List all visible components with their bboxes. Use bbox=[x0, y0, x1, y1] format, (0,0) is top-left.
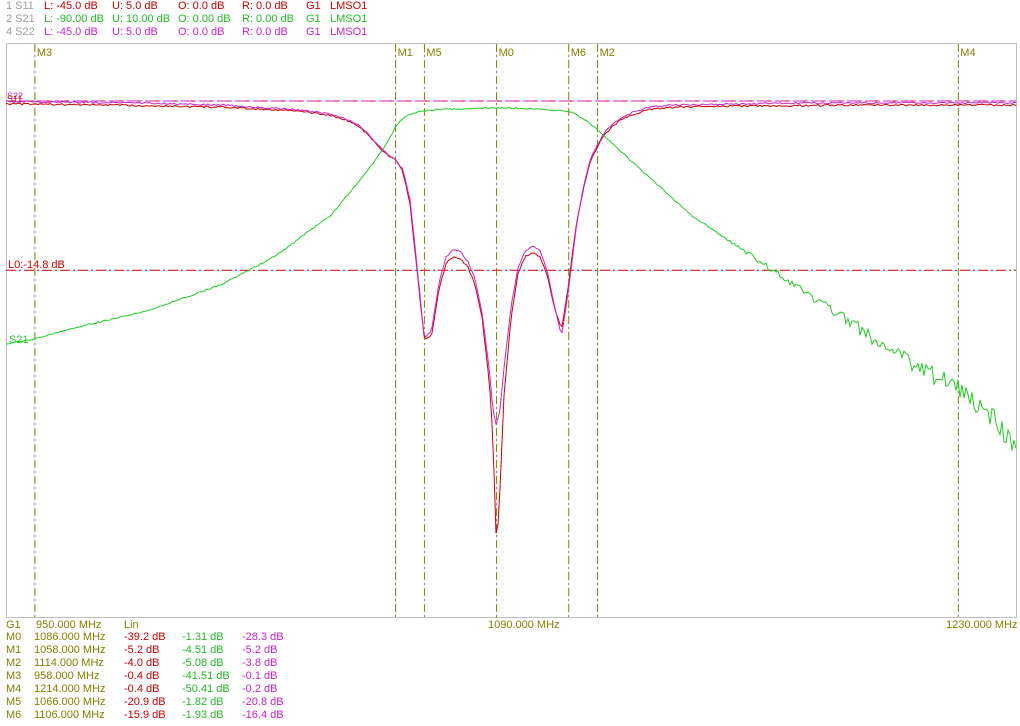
marker-name: M1 bbox=[6, 644, 22, 656]
marker-s11: -39.2 dB bbox=[124, 631, 166, 643]
marker-s22: -0.1 dB bbox=[242, 670, 278, 682]
trace-s22 bbox=[5, 100, 1017, 426]
marker-s11: -15.9 dB bbox=[124, 709, 166, 721]
marker-s21: -5.08 dB bbox=[182, 657, 224, 669]
plot-frame bbox=[6, 43, 1017, 618]
marker-row-m2: M2 1114.000 MHz -4.0 dB -5.08 dB -3.8 dB bbox=[6, 657, 1016, 669]
marker-freq: 1114.000 MHz bbox=[34, 657, 104, 669]
marker-freq: 1058.000 MHz bbox=[34, 644, 106, 656]
marker-s22: -5.2 dB bbox=[242, 644, 278, 656]
marker-freq: 958.000 MHz bbox=[34, 670, 100, 682]
marker-s11: -5.2 dB bbox=[124, 644, 160, 656]
marker-name: M4 bbox=[6, 683, 22, 695]
marker-s22: -0.2 dB bbox=[242, 683, 278, 695]
marker-row-m0: M0 1086.000 MHz -39.2 dB -1.31 dB -28.3 dB bbox=[6, 631, 1016, 643]
marker-name: M3 bbox=[6, 670, 22, 682]
marker-group: M3 M1 M5 M0 M6 M2 M4 bbox=[34, 44, 976, 617]
marker-s21: -1.31 dB bbox=[182, 631, 224, 643]
limit-label: L0:-14.8 dB bbox=[8, 259, 65, 271]
marker-s22: -16.4 dB bbox=[242, 709, 284, 721]
marker-label-m0[interactable]: M0 bbox=[499, 47, 514, 59]
marker-label-m6[interactable]: M6 bbox=[571, 47, 586, 59]
marker-name: M5 bbox=[6, 696, 22, 708]
marker-row-m6: M6 1106.000 MHz -15.9 dB -1.93 dB -16.4 dB bbox=[6, 709, 1016, 721]
marker-row-m3: M3 958.000 MHz -0.4 dB -41.51 dB -0.1 dB bbox=[6, 670, 1016, 682]
marker-label-m1[interactable]: M1 bbox=[398, 47, 413, 59]
trace-s11 bbox=[5, 102, 1017, 534]
trace-s21 bbox=[5, 106, 1017, 451]
marker-s11: -4.0 dB bbox=[124, 657, 160, 669]
marker-freq: 1106.000 MHz bbox=[34, 709, 105, 721]
marker-s11: -0.4 dB bbox=[124, 683, 160, 695]
marker-name: M2 bbox=[6, 657, 22, 669]
marker-s11: -20.9 dB bbox=[124, 696, 166, 708]
marker-label-m4[interactable]: M4 bbox=[960, 47, 975, 59]
marker-s22: -20.8 dB bbox=[242, 696, 284, 708]
marker-label-m5[interactable]: M5 bbox=[426, 47, 441, 59]
marker-s11: -0.4 dB bbox=[124, 670, 160, 682]
marker-freq: 1066.000 MHz bbox=[34, 696, 106, 708]
marker-name: M0 bbox=[6, 631, 22, 643]
marker-row-m1: M1 1058.000 MHz -5.2 dB -4.51 dB -5.2 dB bbox=[6, 644, 1016, 656]
marker-row-m4: M4 1214.000 MHz -0.4 dB -50.41 dB -0.2 dB bbox=[6, 683, 1016, 695]
trace-group bbox=[5, 100, 1017, 534]
marker-freq: 1214.000 MHz bbox=[34, 683, 106, 695]
marker-label-m2[interactable]: M2 bbox=[600, 47, 615, 59]
marker-s21: -41.51 dB bbox=[182, 670, 230, 682]
marker-s22: -28.3 dB bbox=[242, 631, 284, 643]
marker-s21: -4.51 dB bbox=[182, 644, 224, 656]
vna-plot[interactable]: L0:-14.8 dB S22 S11 S21 M3 M1 M5 M0 M6 M2 M4 bbox=[0, 0, 1020, 630]
marker-label-m3[interactable]: M3 bbox=[37, 47, 52, 59]
marker-s21: -1.82 dB bbox=[182, 696, 224, 708]
marker-freq: 1086.000 MHz bbox=[34, 631, 106, 643]
marker-s22: -3.8 dB bbox=[242, 657, 278, 669]
marker-row-m5: M5 1066.000 MHz -20.9 dB -1.82 dB -20.8 dB bbox=[6, 696, 1016, 708]
marker-name: M6 bbox=[6, 709, 22, 721]
marker-s21: -1.93 dB bbox=[182, 709, 224, 721]
marker-s21: -50.41 dB bbox=[182, 683, 230, 695]
